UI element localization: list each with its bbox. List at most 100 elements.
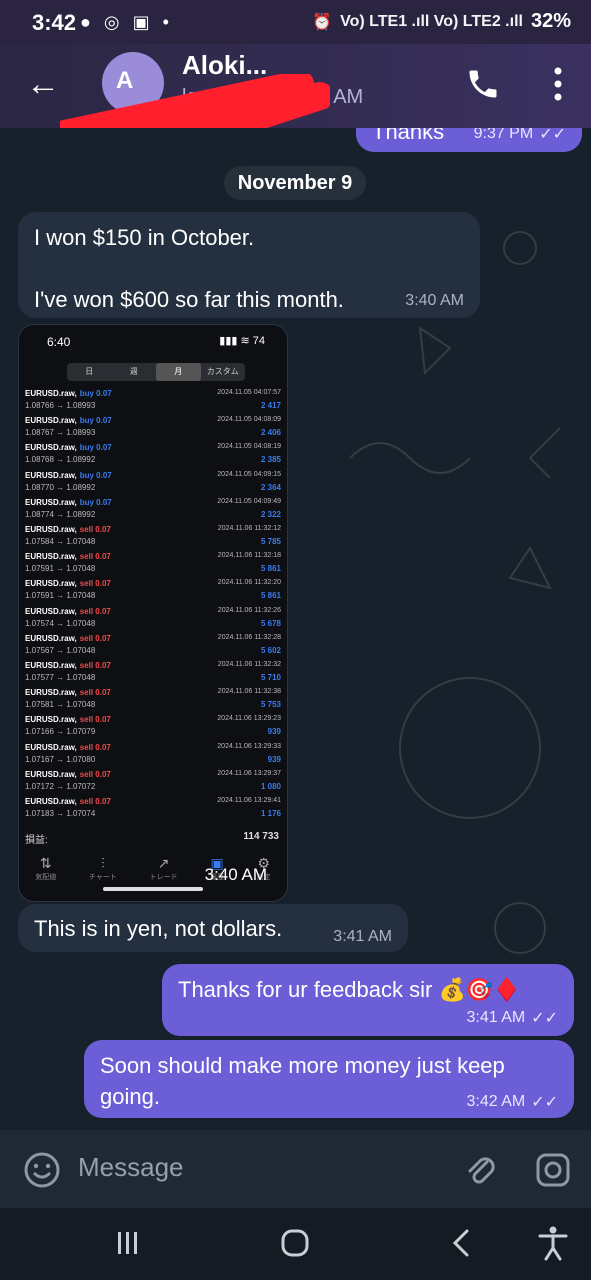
tab-month: 月	[156, 363, 201, 381]
trade-pair: EURUSD.raw, buy 0.07	[25, 443, 112, 453]
more-options-icon[interactable]	[551, 64, 565, 104]
trade-pair: EURUSD.raw, buy 0.07	[25, 497, 112, 507]
back-arrow-icon[interactable]: ←	[26, 66, 62, 102]
trade-date: 2024.11.06 11:32:12	[217, 525, 281, 532]
nav-trade: ↗ トレード	[149, 847, 177, 883]
emoji-icon[interactable]	[22, 1150, 62, 1190]
trade-side: sell 0.07	[79, 552, 111, 562]
read-checks-icon: ✓✓	[531, 1010, 558, 1027]
message-bubble-in[interactable]: This is in yen, not dollars. 3:41 AM	[18, 904, 408, 952]
message-text: I won $150 in October. I've won $600 so …	[34, 225, 344, 312]
trade-prices: 1.07567 → 1.07048	[25, 645, 96, 655]
message-time: 3:40 AM	[405, 292, 464, 309]
phone-icon[interactable]	[465, 66, 501, 102]
trade-prices: 1.07577 → 1.07048	[25, 673, 96, 682]
chat-area[interactable]: Thanks 9:37 PM ✓✓ November 9 I won $150 i…	[0, 128, 591, 1130]
attach-icon[interactable]	[461, 1150, 501, 1190]
camera-icon[interactable]	[533, 1150, 573, 1190]
trade-prices: 1.08774 → 1.08992	[25, 509, 96, 519]
trade-date: 2024.11.06 13:29:37	[217, 769, 281, 777]
trade-prices: 1.07591 → 1.07048	[25, 591, 96, 601]
message-meta: 3:41 AM ✓✓	[466, 1008, 558, 1028]
trade-row: EURUSD.raw, sell 0.07 2024.11.06 11:32:12 1…	[25, 525, 281, 552]
trade-prices: 1.08767 → 1.08993	[25, 428, 96, 438]
period-tabs: 日 週 月 カスタム	[67, 363, 245, 381]
recent-apps-icon[interactable]	[112, 1228, 142, 1258]
trade-profit: 2 406	[260, 428, 281, 438]
trade-profit: 5 678	[260, 618, 281, 628]
trade-row: EURUSD.raw, buy 0.07 2024.11.05 04:08:19 1.…	[25, 443, 281, 470]
trade-row: EURUSD.raw, buy 0.07 2024.11.05 04:09:49 1.…	[25, 498, 281, 525]
message-bubble-out[interactable]: Soon should make more money just keep go…	[84, 1040, 574, 1118]
trade-row: EURUSD.raw, sell 0.07 2024.11.06 11:32:26 1…	[25, 607, 281, 634]
message-meta: 9:37 PM ✓✓	[474, 128, 566, 144]
trade-row: EURUSD.raw, sell 0.07 2024.11.06 13:29:37 1…	[25, 770, 281, 797]
trade-date: 2024.11.06 13:29:23	[217, 715, 281, 723]
message-bubble-out[interactable]: Thanks 9:37 PM ✓✓	[356, 128, 582, 152]
trade-side: sell 0.07	[79, 797, 111, 806]
trade-pair: EURUSD.raw, buy 0.07	[25, 470, 112, 480]
chat-header: ← A Aloki... last seen at 3:42 AM	[0, 44, 591, 174]
date-separator: November 9	[224, 166, 366, 200]
trade-date: 2024.11.05 04:08:19	[217, 443, 281, 451]
status-time: 3:42	[32, 10, 77, 35]
home-icon[interactable]	[278, 1226, 312, 1260]
trade-date: 2024.11.06 13:29:33	[217, 742, 281, 750]
trade-side: sell 0.07	[79, 769, 111, 779]
trade-profit: 939	[267, 754, 281, 764]
message-text: Thanks for ur feedback sir 💰🎯♦️	[178, 977, 521, 1002]
trade-side: buy 0.07	[79, 443, 112, 453]
trade-side: buy 0.07	[79, 416, 112, 426]
trade-profit: 2 322	[260, 509, 281, 519]
status-bar: 3:42 ● ◎ ▣ • ⏰ Vo) LTE1 .ıll Vo) LTE2 .ı…	[0, 0, 591, 44]
trade-pair: EURUSD.raw, sell 0.07	[25, 769, 111, 779]
trade-pair: EURUSD.raw, sell 0.07	[25, 742, 111, 752]
message-text: This is in yen, not dollars.	[34, 916, 283, 941]
trade-side: sell 0.07	[79, 715, 111, 725]
trade-date: 2024.11.05 04:07:57	[217, 389, 281, 396]
trade-prices: 1.07591 → 1.07048	[25, 564, 96, 574]
trade-pair: EURUSD.raw, sell 0.07	[25, 688, 111, 698]
network-indicator: Vo) LTE1 .ıll Vo) LTE2 .ıll	[340, 12, 523, 30]
trade-side: sell 0.07	[79, 742, 111, 752]
trade-row: EURUSD.raw, buy 0.07 2024.11.05 04:07:57 1.…	[25, 389, 281, 416]
message-bubble-out[interactable]: Thanks for ur feedback sir 💰🎯♦️ 3:41 AM ✓…	[162, 964, 574, 1036]
trade-profit: 5 710	[260, 673, 281, 682]
tab-week: 週	[129, 367, 138, 376]
trade-date: 2024.11.06 13:29:41	[217, 797, 281, 804]
trade-date: 2024.11.06 11:32:20	[217, 579, 281, 587]
system-nav-bar	[0, 1208, 591, 1280]
image-time: 3:40 AM	[204, 865, 267, 884]
trade-prices: 1.08770 → 1.08992	[25, 482, 96, 492]
trade-side: sell 0.07	[79, 579, 111, 589]
tab-custom: カスタム	[206, 367, 239, 376]
trade-date: 2024.11.06 11:32:32	[217, 661, 281, 668]
message-input[interactable]: Message	[78, 1152, 184, 1183]
message-text: Thanks	[372, 128, 445, 144]
message-time: 3:41 AM	[333, 928, 392, 945]
trade-side: sell 0.07	[79, 633, 111, 643]
trade-row: EURUSD.raw, buy 0.07 2024.11.05 04:08:09 1.…	[25, 416, 281, 443]
contact-name[interactable]: Aloki...	[182, 50, 267, 81]
message-bubble-in[interactable]: I won $150 in October. I've won $600 so …	[18, 212, 480, 318]
trade-prices: 1.08768 → 1.08992	[25, 455, 96, 465]
trade-pair: EURUSD.raw, sell 0.07	[25, 552, 111, 562]
nav-quotes: ⇅ 気配値	[35, 847, 56, 883]
trade-pair: EURUSD.raw, sell 0.07	[25, 661, 111, 670]
trade-prices: 1.07581 → 1.07048	[25, 700, 96, 710]
trade-prices: 1.07172 → 1.07072	[25, 781, 96, 791]
accessibility-icon[interactable]	[536, 1224, 570, 1262]
trade-prices: 1.07574 → 1.07048	[25, 618, 96, 628]
trade-date: 2024.11.05 04:09:15	[217, 470, 281, 478]
last-seen-status: last seen at 3:42 AM	[182, 86, 364, 108]
avatar[interactable]: A	[102, 52, 164, 114]
trade-profit: 1 176	[260, 809, 281, 818]
back-nav-icon[interactable]	[447, 1226, 475, 1260]
home-indicator	[103, 887, 203, 891]
message-composer: Message	[0, 1130, 591, 1208]
phone-status-icons: ▮▮▮ ≋ 74	[219, 335, 265, 347]
trade-pair: EURUSD.raw, sell 0.07	[25, 715, 111, 725]
trade-date: 2024.11.05 04:09:49	[217, 497, 281, 505]
trade-prices: 1.07584 → 1.07048	[25, 537, 96, 546]
screenshot-image[interactable]: 6:40 ▮▮▮ ≋ 74 日 週 月 カスタム EURUSD.raw, buy …	[18, 324, 288, 902]
